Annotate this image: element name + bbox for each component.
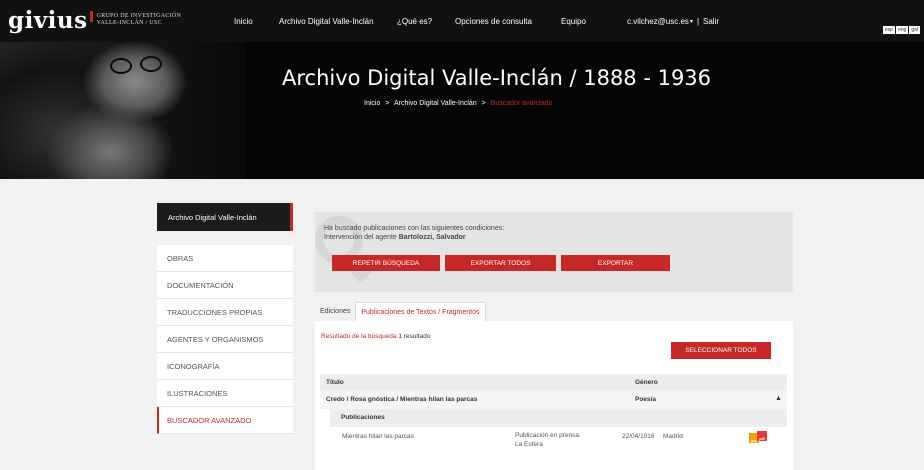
column-header-titulo: Título — [326, 379, 344, 386]
nav-opciones-consulta[interactable]: Opciones de consulta — [455, 0, 532, 42]
publications-subheader: Publicaciones — [330, 409, 787, 427]
sidebar-menu: OBRAS DOCUMENTACIÓN TRADUCCIONES PROPIAS… — [157, 245, 293, 434]
nav-separator: | — [696, 16, 700, 26]
lang-esp[interactable]: esp — [882, 26, 895, 34]
sidebar-item-documentacion[interactable]: DOCUMENTACIÓN — [157, 272, 293, 299]
givius-logo[interactable]: givius GRUPO DE INVESTIGACIÓN VALLE-INCL… — [8, 9, 181, 33]
user-menu[interactable]: c.vilchez@usc.es ▾ | Salir — [627, 0, 719, 42]
publication-type: Publicación en prensa: — [515, 432, 581, 439]
logout-link[interactable]: Salir — [703, 17, 719, 26]
page-title: Archivo Digital Valle-Inclán / 1888 - 19… — [282, 66, 712, 90]
glasses-left-shape — [110, 58, 132, 74]
agent-name: Bartolozzi, Salvador — [398, 234, 466, 241]
top-navbar: givius GRUPO DE INVESTIGACIÓN VALLE-INCL… — [0, 0, 924, 42]
row-genre: Poesía — [635, 396, 656, 403]
chevron-down-icon[interactable]: ▾ — [690, 18, 693, 25]
logo-accent-mark — [89, 11, 93, 22]
logo-subtitle: GRUPO DE INVESTIGACIÓN VALLE-INCLÁN / US… — [96, 13, 182, 26]
language-switcher: esp eng gal — [882, 26, 920, 34]
publication-date: 22/04/1916 — [622, 433, 655, 440]
export-button[interactable]: EXPORTAR — [561, 255, 670, 271]
publication-title[interactable]: Mientras hilan las parcas — [342, 433, 414, 441]
sidebar-item-buscador[interactable]: BUSCADOR AVANZADO — [157, 407, 293, 434]
sidebar-item-traducciones[interactable]: TRADUCCIONES PROPIAS — [157, 299, 293, 326]
publication-row: Mientras hilan las parcas Publicación en… — [330, 427, 787, 451]
sidebar-item-iconografia[interactable]: ICONOGRAFÍA — [157, 353, 293, 380]
results-tabs: Ediciones Publicaciones de Textos / Frag… — [315, 302, 486, 321]
breadcrumb-separator: > — [481, 100, 486, 107]
nav-equipo[interactable]: Equipo — [561, 0, 586, 42]
results-panel: Resultado de la búsqueda 1 resultado SEL… — [315, 321, 793, 470]
sidebar-item-agentes[interactable]: AGENTES Y ORGANISMOS — [157, 326, 293, 353]
row-title[interactable]: Credo / Rosa gnóstica / Mientras hilan l… — [326, 396, 477, 404]
portrait-image — [0, 42, 245, 179]
tab-publicaciones[interactable]: Publicaciones de Textos / Fragmentos — [355, 302, 486, 321]
search-conditions-text: Ha buscado publicaciones con las siguien… — [324, 225, 505, 241]
breadcrumb: Inicio > Archivo Digital Valle-Inclán > … — [364, 100, 553, 107]
breadcrumb-current: Buscador avanzado — [490, 100, 553, 107]
breadcrumb-archivo[interactable]: Archivo Digital Valle-Inclán — [394, 100, 477, 107]
column-header-genero: Género — [635, 379, 658, 386]
publication-source: La Esfera — [515, 441, 543, 448]
publication-place: Madrid — [663, 433, 683, 440]
sidebar-item-ilustraciones[interactable]: ILUSTRACIONES — [157, 380, 293, 407]
logo-wordmark: givius — [8, 7, 88, 34]
sidebar-item-obras[interactable]: OBRAS — [157, 245, 293, 272]
glasses-right-shape — [140, 56, 162, 72]
nav-que-es[interactable]: ¿Qué es? — [397, 0, 432, 42]
hero-banner: Archivo Digital Valle-Inclán / 1888 - 19… — [0, 42, 924, 179]
nav-archivo[interactable]: Archivo Digital Valle-Inclán — [279, 0, 374, 42]
user-email[interactable]: c.vilchez@usc.es — [627, 17, 689, 26]
nav-inicio[interactable]: Inicio — [234, 0, 253, 42]
select-all-button[interactable]: SELECCIONAR TODOS — [671, 342, 771, 359]
lang-eng[interactable]: eng — [895, 26, 909, 34]
export-all-button[interactable]: EXPORTAR TODOS — [445, 255, 556, 271]
results-summary: Resultado de la búsqueda 1 resultado — [321, 333, 431, 340]
search-conditions-panel: Ha buscado publicaciones con las siguien… — [315, 212, 793, 292]
collapse-arrow-icon[interactable]: ▲ — [775, 395, 782, 403]
repeat-search-button[interactable]: REPETIR BÚSQUEDA — [332, 255, 440, 271]
pdf-file-icon[interactable]: pdf — [757, 431, 767, 441]
breadcrumb-separator: > — [385, 100, 390, 107]
sidebar-heading[interactable]: Archivo Digital Valle-Inclán — [157, 203, 293, 231]
table-header: Título Género — [320, 374, 787, 391]
breadcrumb-inicio[interactable]: Inicio — [364, 100, 380, 107]
tab-ediciones[interactable]: Ediciones — [315, 302, 355, 321]
lang-gal[interactable]: gal — [909, 26, 920, 34]
table-row[interactable]: Credo / Rosa gnóstica / Mientras hilan l… — [320, 391, 787, 409]
